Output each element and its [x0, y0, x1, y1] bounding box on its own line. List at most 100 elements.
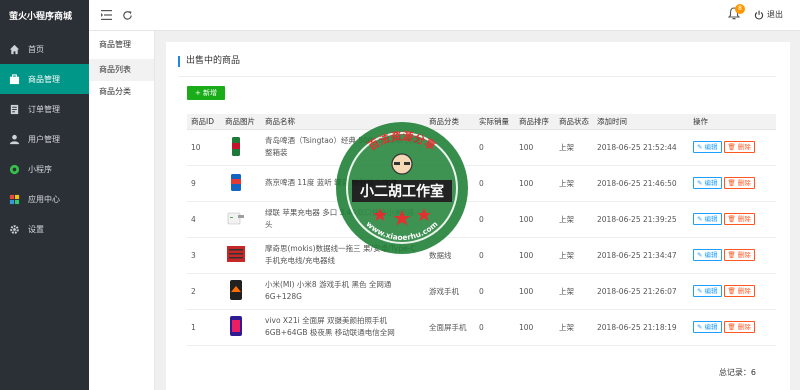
- top-bar: 8 退出: [89, 0, 800, 31]
- sidebar-item-miniprogram[interactable]: 小程序: [0, 154, 89, 184]
- edit-button[interactable]: ✎ 编辑: [693, 177, 722, 189]
- row-actions: ✎ 编辑 🗑 删除: [689, 129, 776, 166]
- miniprogram-icon: [9, 164, 20, 175]
- edit-label: 编辑: [704, 179, 718, 187]
- goods-id: 1: [187, 309, 221, 346]
- delete-label: 删除: [737, 251, 751, 259]
- sidebar-item-label: 订单管理: [28, 104, 60, 114]
- edit-label: 编辑: [704, 215, 718, 223]
- column-header: 商品分类: [425, 114, 475, 130]
- notification-badge: 8: [735, 4, 745, 14]
- goods-time: 2018-06-25 21:52:44: [593, 129, 689, 166]
- goods-name[interactable]: vivo X21i 全面屏 双摄美颜拍照手机 6GB+64GB 极夜黑 移动联通…: [261, 309, 425, 346]
- table-row: 10 青岛啤酒（Tsingtao）经典 500ml*12听 大罐整箱装 0 10…: [187, 129, 776, 166]
- goods-category: 全面屏手机: [425, 309, 475, 346]
- row-actions: ✎ 编辑 🗑 删除: [689, 309, 776, 346]
- logout-label: 退出: [767, 10, 783, 19]
- column-header: 添加时间: [593, 114, 689, 130]
- table-row: 4 绿联 苹果充电器 多口 3.4A双口快充小米5插头 0 100 上架 201…: [187, 201, 776, 238]
- table-header-row: 商品ID 商品图片 商品名称 商品分类 实际销量 商品排序 商品状态 添加时间 …: [187, 114, 776, 130]
- home-icon: [9, 44, 20, 55]
- sidebar-item-settings[interactable]: 设置: [0, 214, 89, 244]
- table-row: 1 vivo X21i 全面屏 双摄美颜拍照手机 6GB+64GB 极夜黑 移动…: [187, 309, 776, 346]
- sidebar-item-home[interactable]: 首页: [0, 34, 89, 64]
- sidebar-item-label: 设置: [28, 224, 44, 234]
- edit-button[interactable]: ✎ 编辑: [693, 321, 722, 333]
- goods-id: 3: [187, 237, 221, 274]
- goods-sort: 100: [515, 237, 555, 274]
- goods-name[interactable]: 绿联 苹果充电器 多口 3.4A双口快充小米5插头: [261, 201, 425, 238]
- goods-id: 9: [187, 165, 221, 202]
- refresh-icon[interactable]: [120, 8, 134, 22]
- goods-status: 上架: [555, 165, 593, 202]
- delete-button[interactable]: 🗑 删除: [723, 321, 755, 333]
- table-row: 2 小米(MI) 小米8 游戏手机 黑色 全网通 6G+128G 游戏手机 0 …: [187, 273, 776, 310]
- goods-image: [221, 273, 261, 310]
- edit-button[interactable]: ✎ 编辑: [693, 249, 722, 261]
- sidebar-item-apps[interactable]: 应用中心: [0, 184, 89, 214]
- goods-category: [425, 201, 475, 238]
- brand-title: 萤火小程序商城: [9, 12, 73, 22]
- goods-name[interactable]: 青岛啤酒（Tsingtao）经典 500ml*12听 大罐整箱装: [261, 129, 425, 166]
- edit-button[interactable]: ✎ 编辑: [693, 141, 722, 153]
- delete-button[interactable]: 🗑 删除: [723, 249, 755, 261]
- goods-image: [221, 237, 261, 274]
- delete-button[interactable]: 🗑 删除: [723, 213, 755, 225]
- subnav-item-goods-list[interactable]: 商品列表: [89, 59, 154, 81]
- title-divider: [178, 76, 776, 77]
- edit-button[interactable]: ✎ 编辑: [693, 213, 722, 225]
- order-icon: [9, 104, 20, 115]
- goods-category: 游戏手机: [425, 273, 475, 310]
- delete-button[interactable]: 🗑 删除: [723, 285, 755, 297]
- total-records: 总记录：6: [718, 368, 756, 377]
- goods-status: 上架: [555, 129, 593, 166]
- sidebar-item-label: 首页: [28, 44, 44, 54]
- delete-label: 删除: [737, 215, 751, 223]
- goods-status: 上架: [555, 273, 593, 310]
- goods-category: 数据线: [425, 237, 475, 274]
- notification-button[interactable]: 8: [727, 4, 745, 23]
- sidebar-item-label: 用户管理: [28, 134, 60, 144]
- goods-sales: 0: [475, 273, 515, 310]
- goods-sort: 100: [515, 309, 555, 346]
- goods-category: [425, 129, 475, 166]
- user-icon: [9, 134, 20, 145]
- goods-name[interactable]: 小米(MI) 小米8 游戏手机 黑色 全网通 6G+128G: [261, 273, 425, 310]
- sidebar-item-label: 小程序: [28, 164, 52, 174]
- sidebar-item-orders[interactable]: 订单管理: [0, 94, 89, 124]
- sub-navigation: 商品管理 商品列表 商品分类: [89, 31, 155, 390]
- page-title: 出售中的商品: [178, 56, 240, 67]
- goods-sort: 100: [515, 273, 555, 310]
- add-goods-button[interactable]: + 新增: [187, 86, 225, 100]
- goods-sales: 0: [475, 165, 515, 202]
- goods-id: 4: [187, 201, 221, 238]
- goods-id: 2: [187, 273, 221, 310]
- goods-sales: 0: [475, 309, 515, 346]
- sidebar-item-users[interactable]: 用户管理: [0, 124, 89, 154]
- goods-name[interactable]: 摩奇思(mokis)数据线一拖三 果/安卓/Type-C手机充电线/充电器线: [261, 237, 425, 274]
- goods-time: 2018-06-25 21:34:47: [593, 237, 689, 274]
- apps-icon: [9, 194, 20, 205]
- delete-button[interactable]: 🗑 删除: [723, 141, 755, 153]
- logout-button[interactable]: 退出: [754, 9, 783, 20]
- menu-collapse-icon[interactable]: [99, 8, 113, 22]
- delete-button[interactable]: 🗑 删除: [723, 177, 755, 189]
- goods-sort: 100: [515, 129, 555, 166]
- table-row: 3 摩奇思(mokis)数据线一拖三 果/安卓/Type-C手机充电线/充电器线…: [187, 237, 776, 274]
- edit-button[interactable]: ✎ 编辑: [693, 285, 722, 297]
- row-actions: ✎ 编辑 🗑 删除: [689, 237, 776, 274]
- table-row: 9 燕京啤酒 11度 蓝听 罐装 特制精品啤酒 0 100 上架 2018-06…: [187, 165, 776, 202]
- goods-time: 2018-06-25 21:39:25: [593, 201, 689, 238]
- main-panel: 出售中的商品 + 新增 商品ID 商品图片 商品名称 商品分类 实际销量 商品排…: [166, 42, 790, 390]
- goods-name[interactable]: 燕京啤酒 11度 蓝听 罐装 特制精品啤酒: [261, 165, 425, 202]
- goods-sales: 0: [475, 201, 515, 238]
- goods-time: 2018-06-25 21:46:50: [593, 165, 689, 202]
- sidebar-item-goods[interactable]: 商品管理: [0, 64, 89, 94]
- power-icon: [754, 10, 764, 20]
- edit-label: 编辑: [704, 287, 718, 295]
- subnav-title: 商品管理: [99, 40, 131, 49]
- subnav-item-goods-category[interactable]: 商品分类: [89, 81, 154, 103]
- goods-image: [221, 165, 261, 202]
- goods-sort: 100: [515, 165, 555, 202]
- column-header: 商品图片: [221, 114, 261, 130]
